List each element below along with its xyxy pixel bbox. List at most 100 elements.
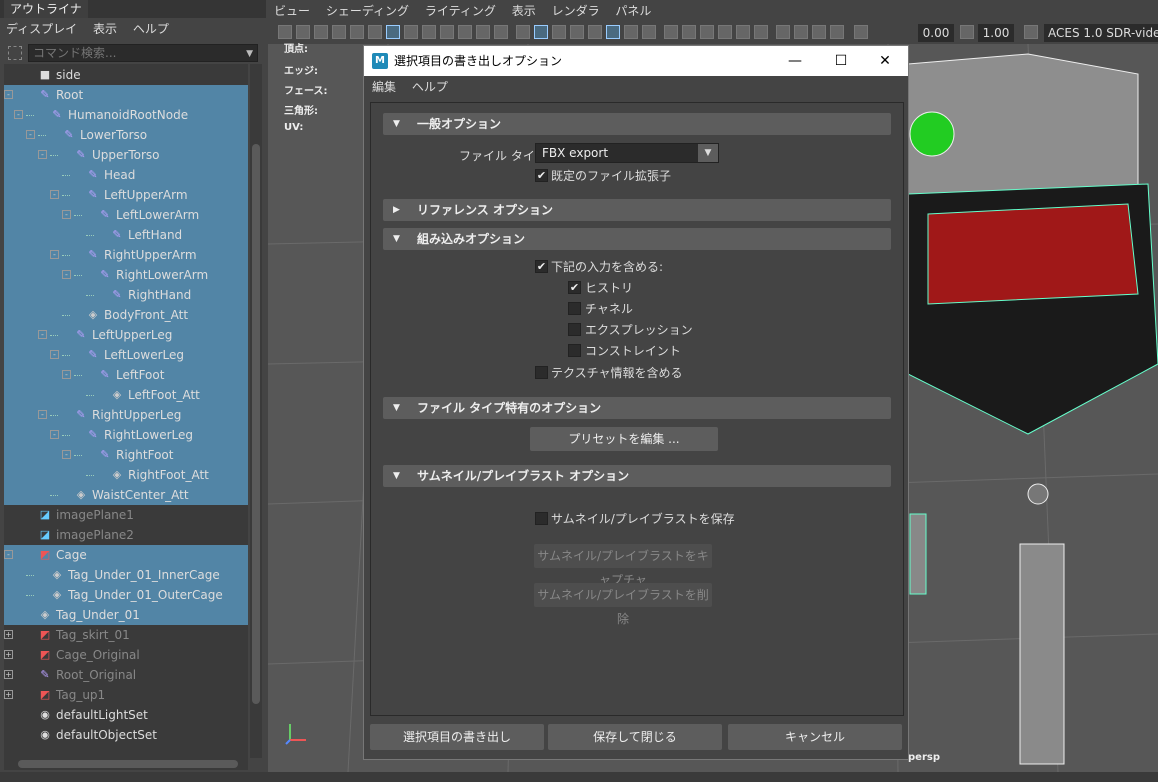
outliner-item[interactable]: - ✎ Root [4,85,248,105]
outliner-item[interactable]: ✎ RightHand [4,285,248,305]
outliner-item[interactable]: - ✎ RightLowerArm [4,265,248,285]
default-material-icon[interactable] [552,25,566,39]
outliner-item[interactable]: - ✎ RightUpperArm [4,245,248,265]
menu-lighting[interactable]: ライティング [419,0,502,22]
file-type-dropdown[interactable]: FBX export ▼ [535,143,719,163]
motion-blur-icon[interactable] [700,25,714,39]
isolate-select-icon[interactable] [664,25,678,39]
camera-attributes-icon[interactable] [296,25,310,39]
wireframe-icon[interactable] [516,25,530,39]
command-search-box[interactable]: ▼ [28,44,258,62]
include-inputs-checkbox[interactable]: ✔ [535,260,548,273]
image-plane-toggle-icon[interactable] [332,25,346,39]
delete-thumbnail-button[interactable]: サムネイル/プレイブラストを削除 [534,583,712,626]
exposure-icon[interactable] [854,25,868,39]
expand-icon[interactable]: + [4,690,13,699]
outliner-vertical-scrollbar[interactable] [250,64,262,758]
resolution-gate-icon[interactable] [422,25,436,39]
gate-mask-icon[interactable] [440,25,454,39]
collapse-icon[interactable]: - [62,270,71,279]
outliner-horizontal-scrollbar[interactable] [4,758,248,770]
ambient-occlusion-icon[interactable] [682,25,696,39]
outliner-item[interactable]: ◉ defaultObjectSet [4,725,248,745]
default-extension-checkbox[interactable]: ✔ [535,169,548,182]
hud-icon[interactable] [830,25,844,39]
outliner-item[interactable]: ◪ imagePlane2 [4,525,248,545]
vertical-scroll-thumb[interactable] [252,144,260,704]
field-chart-icon[interactable] [458,25,472,39]
film-gate-icon[interactable] [404,25,418,39]
expand-icon[interactable]: + [4,650,13,659]
collapse-icon[interactable]: - [38,330,47,339]
outliner-item[interactable]: ◈ Tag_Under_01_InnerCage [4,565,248,585]
dialog-menu-help[interactable]: ヘルプ [406,76,454,98]
collapse-icon[interactable]: - [4,90,13,99]
command-search-input[interactable] [29,45,237,61]
outliner-item[interactable]: ✎ Head [4,165,248,185]
outliner-item[interactable]: - ✎ LeftUpperArm [4,185,248,205]
outliner-item[interactable]: - ✎ RightLowerLeg [4,425,248,445]
split-view-icon[interactable] [812,25,826,39]
outliner-item[interactable]: ◈ WaistCenter_Att [4,485,248,505]
section-file-type-options[interactable]: ▼ ファイル タイプ特有のオプション [383,397,891,419]
collapse-icon[interactable]: - [14,110,23,119]
gamma-icon[interactable] [960,25,974,39]
outliner-item[interactable]: + ◩ Tag_skirt_01 [4,625,248,645]
outliner-item[interactable]: ◪ imagePlane1 [4,505,248,525]
lights-icon[interactable] [624,25,638,39]
xray-icon[interactable] [606,25,620,39]
minimize-button[interactable]: — [772,46,818,76]
outliner-item[interactable]: + ✎ Root_Original [4,665,248,685]
outliner-item[interactable]: ◈ Tag_Under_01 [4,605,248,625]
expand-icon[interactable]: + [4,630,13,639]
exposure-field[interactable]: 0.00 [918,24,954,42]
outliner-item[interactable]: - ✎ LeftLowerLeg [4,345,248,365]
dialog-titlebar[interactable]: M 選択項目の書き出しオプション — ☐ ✕ [364,46,908,76]
view-transform-dropdown[interactable]: ACES 1.0 SDR-video [1044,24,1158,42]
collapse-icon[interactable]: - [38,410,47,419]
collapse-icon[interactable]: - [50,250,59,259]
search-filter-icon[interactable] [8,46,22,60]
bookmark-icon[interactable] [314,25,328,39]
menu-show-viewport[interactable]: 表示 [506,0,542,22]
menu-help[interactable]: ヘルプ [127,18,175,40]
close-button[interactable]: ✕ [862,46,908,76]
anti-aliasing-icon[interactable] [718,25,732,39]
channels-checkbox[interactable] [568,302,581,315]
camera-icon-toolbar[interactable] [776,25,790,39]
menu-show[interactable]: 表示 [87,18,123,40]
outliner-item[interactable]: - ✎ LeftFoot [4,365,248,385]
save-thumbnail-checkbox[interactable] [535,512,548,525]
collapse-icon[interactable]: - [4,550,13,559]
outliner-item[interactable]: - ✎ LeftLowerArm [4,205,248,225]
section-general-options[interactable]: ▼ 一般オプション [383,113,891,135]
outliner-item[interactable]: ◈ BodyFront_Att [4,305,248,325]
grease-pencil-icon[interactable] [368,25,382,39]
outliner-item[interactable]: - ✎ HumanoidRootNode [4,105,248,125]
outliner-item[interactable]: ◈ Tag_Under_01_OuterCage [4,585,248,605]
menu-view[interactable]: ビュー [268,0,316,22]
outliner-item[interactable]: ✎ LeftHand [4,225,248,245]
outliner-item[interactable]: ◈ RightFoot_Att [4,465,248,485]
outliner-item[interactable]: - ✎ UpperTorso [4,145,248,165]
two-panel-icon[interactable] [794,25,808,39]
wireframe-on-shaded-icon[interactable] [570,25,584,39]
save-and-close-button[interactable]: 保存して閉じる [548,724,722,750]
menu-panels[interactable]: パネル [609,0,657,22]
texture-info-checkbox[interactable] [535,366,548,379]
smooth-shade-icon[interactable] [534,25,548,39]
outliner-item[interactable]: + ◩ Cage_Original [4,645,248,665]
search-dropdown-icon[interactable]: ▼ [246,49,253,59]
outliner-item[interactable]: ◉ defaultLightSet [4,705,248,725]
outliner-item[interactable]: - ✎ RightUpperLeg [4,405,248,425]
collapse-icon[interactable]: - [38,150,47,159]
outliner-item[interactable]: - ◩ Cage [4,545,248,565]
edit-presets-button[interactable]: プリセットを編集 ... [530,427,718,451]
safe-title-icon[interactable] [494,25,508,39]
maximize-button[interactable]: ☐ [818,46,864,76]
textured-icon[interactable] [588,25,602,39]
capture-thumbnail-button[interactable]: サムネイル/プレイブラストをキャプチャ [534,544,712,587]
outliner-item[interactable]: ◈ LeftFoot_Att [4,385,248,405]
select-camera-icon[interactable] [278,25,292,39]
constraints-checkbox[interactable] [568,344,581,357]
